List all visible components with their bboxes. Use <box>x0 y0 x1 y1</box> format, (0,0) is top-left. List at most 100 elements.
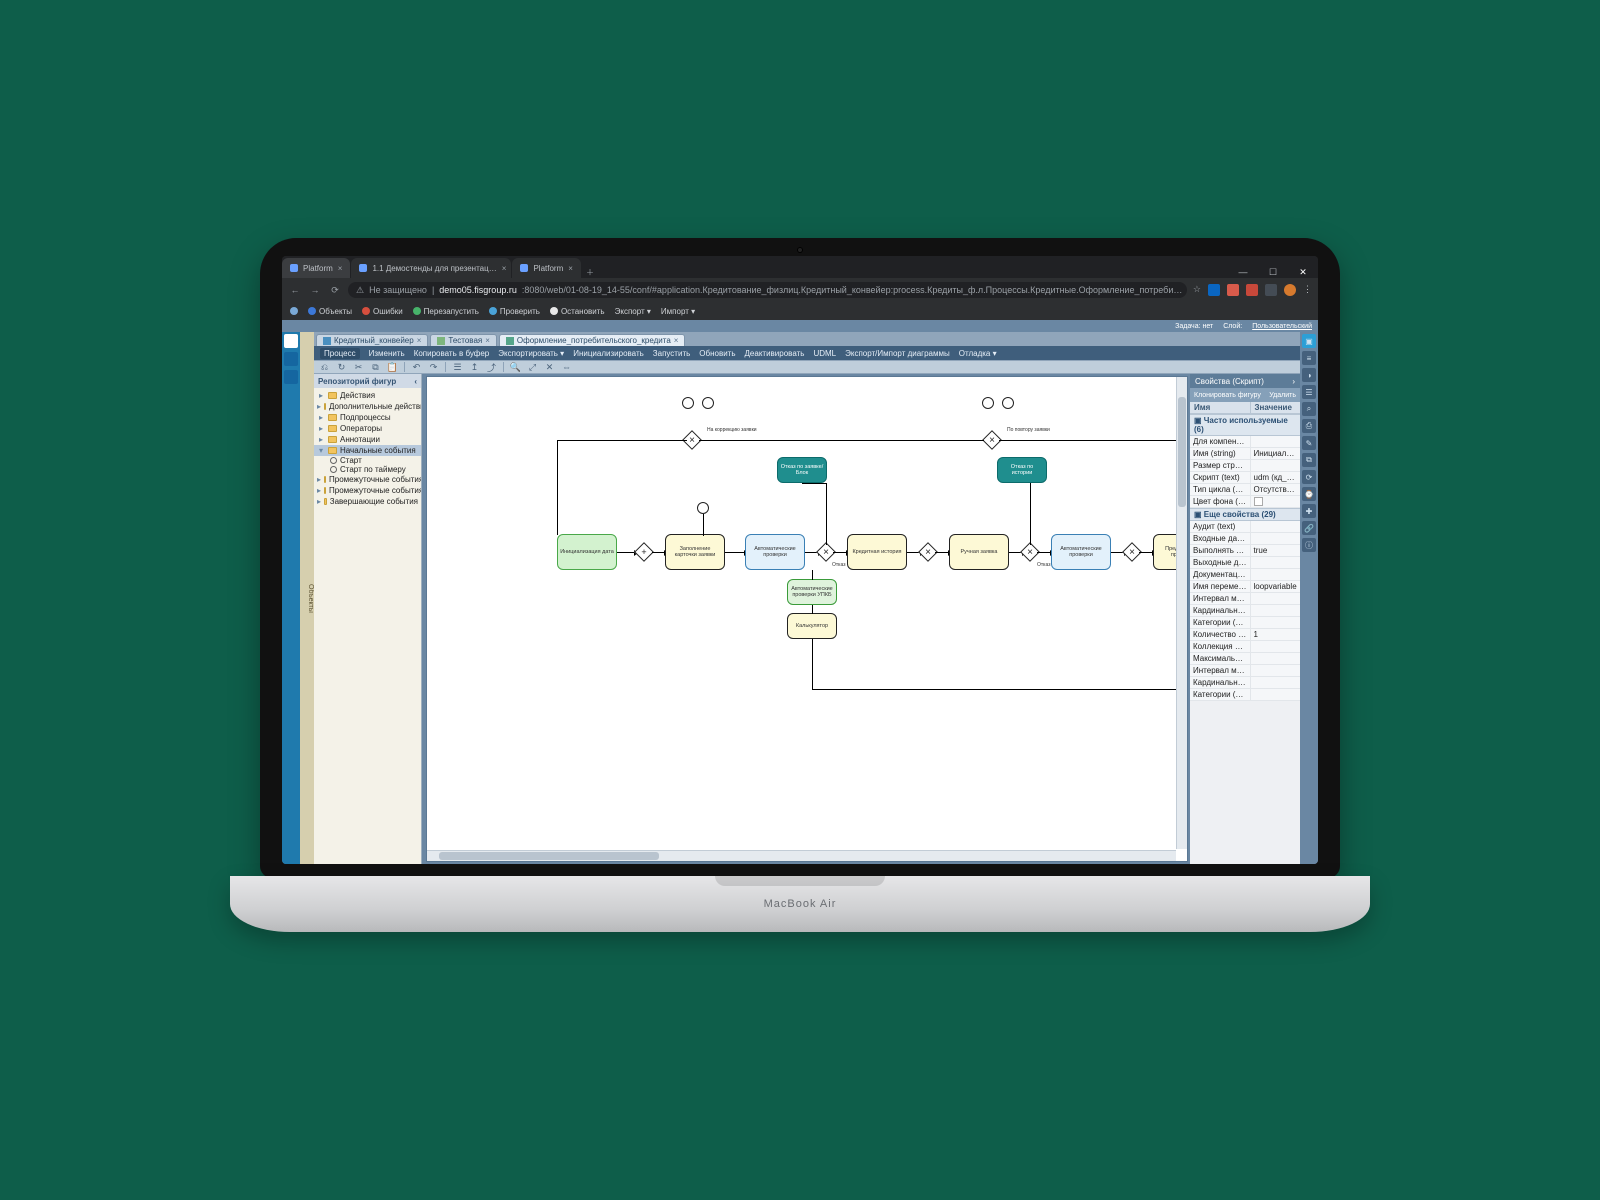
close-icon[interactable]: × <box>568 264 573 273</box>
property-row[interactable]: Документация… <box>1190 569 1300 581</box>
apps-button[interactable] <box>290 307 298 315</box>
bpmn-task[interactable]: Заполнение карточки заявки <box>665 534 725 570</box>
tool-zoom-icon[interactable]: 🔍 <box>510 362 521 373</box>
rail-button[interactable]: ⟳ <box>1302 470 1316 484</box>
rail-button[interactable]: ⎙ <box>1302 419 1316 433</box>
menu-item[interactable]: Процесс <box>320 348 360 359</box>
bpmn-task[interactable]: Автоматические проверки УПКБ <box>787 579 837 605</box>
menu-item[interactable]: Обновить <box>699 349 735 358</box>
bpmn-task[interactable]: Калькулятор <box>787 613 837 639</box>
bpmn-timer-event[interactable] <box>697 502 709 514</box>
property-row[interactable]: Интервал ме… <box>1190 665 1300 677</box>
bookmark-item[interactable]: Проверить <box>489 307 540 316</box>
browser-tab[interactable]: 1.1 Демостенды для презентац… × <box>351 258 511 278</box>
bookmark-star-icon[interactable]: ☆ <box>1193 284 1201 296</box>
property-row[interactable]: Входные данн… <box>1190 533 1300 545</box>
tree-folder[interactable]: ▸Подпроцессы <box>314 412 421 423</box>
status-layer-value[interactable]: Пользовательский <box>1252 323 1312 330</box>
tool-icon[interactable]: ↷ <box>428 362 439 373</box>
rail-button[interactable]: ⌚ <box>1302 487 1316 501</box>
profile-avatar[interactable] <box>1284 284 1296 296</box>
property-row[interactable]: Количество п…1 <box>1190 629 1300 641</box>
bpmn-event[interactable] <box>982 397 994 409</box>
rail-button[interactable]: 🔗 <box>1302 521 1316 535</box>
property-row[interactable]: Коллекция дл… <box>1190 641 1300 653</box>
property-row[interactable]: Категории (str… <box>1190 617 1300 629</box>
menu-item[interactable]: Экспорт/Импорт диаграммы <box>845 349 950 358</box>
bpmn-start-event[interactable] <box>702 397 714 409</box>
close-icon[interactable]: × <box>674 336 679 345</box>
menu-item[interactable]: Инициализировать <box>573 349 644 358</box>
rail-button[interactable]: ⧉ <box>1302 453 1316 467</box>
new-tab-button[interactable]: ＋ <box>582 267 598 278</box>
tool-paste-icon[interactable]: 📋 <box>387 362 398 373</box>
menu-item[interactable]: Запустить <box>653 349 691 358</box>
bpmn-task[interactable]: Кредитная история <box>847 534 907 570</box>
tool-undo-icon[interactable]: ⎌ <box>319 362 330 373</box>
bpmn-task[interactable]: Автоматические проверки <box>745 534 805 570</box>
collapse-icon[interactable]: › <box>1292 377 1295 386</box>
close-icon[interactable]: × <box>485 336 490 345</box>
rail-tab[interactable] <box>284 370 298 384</box>
minimize-button[interactable]: — <box>1228 267 1258 278</box>
close-icon[interactable]: × <box>502 264 507 273</box>
property-row[interactable]: Скрипт (text)udm (кд_проц… <box>1190 472 1300 484</box>
bpmn-gateway[interactable] <box>634 542 654 562</box>
menu-item[interactable]: Отладка ▾ <box>959 349 997 358</box>
address-bar[interactable]: ⚠ Не защищено | demo05.fisgroup.ru:8080/… <box>348 282 1187 298</box>
document-tab[interactable]: Оформление_потребительского_кредита × <box>499 334 686 346</box>
vertical-tab-label[interactable]: Объекты <box>300 332 314 864</box>
extension-icon[interactable] <box>1227 284 1239 296</box>
rail-button[interactable]: ◑ <box>1302 368 1316 382</box>
property-row[interactable]: Для компенса… <box>1190 436 1300 448</box>
tool-redo-icon[interactable]: ↻ <box>336 362 347 373</box>
menu-item[interactable]: UDML <box>813 349 836 358</box>
bookmark-item[interactable]: Перезапустить <box>413 307 479 316</box>
tool-icon[interactable]: ⤴ <box>486 362 497 373</box>
bpmn-canvas[interactable]: На коррекцию заявки По повтору заявки От… <box>426 376 1188 862</box>
bookmark-item[interactable]: Ошибки <box>362 307 403 316</box>
menu-item[interactable]: Копировать в буфер <box>414 349 490 358</box>
property-row[interactable]: Имя перемен…loopvariable <box>1190 581 1300 593</box>
tree-folder[interactable]: ▸Действия <box>314 390 421 401</box>
rail-button[interactable]: ☰ <box>1302 385 1316 399</box>
document-tab[interactable]: Кредитный_конвейер × <box>316 334 428 346</box>
property-row[interactable]: Категории (str… <box>1190 689 1300 701</box>
tool-cut-icon[interactable]: ✂ <box>353 362 364 373</box>
collapse-icon[interactable]: ‹ <box>414 377 417 386</box>
horizontal-scrollbar[interactable] <box>427 850 1176 861</box>
close-window-button[interactable]: ✕ <box>1288 267 1318 278</box>
vertical-scrollbar[interactable] <box>1176 377 1187 849</box>
close-icon[interactable]: × <box>338 264 343 273</box>
tool-copy-icon[interactable]: ⧉ <box>370 362 381 373</box>
bpmn-task[interactable]: Отказ по истории <box>997 457 1047 483</box>
property-row[interactable]: Выходные да… <box>1190 557 1300 569</box>
tool-icon[interactable]: ↥ <box>469 362 480 373</box>
bpmn-start-event[interactable] <box>682 397 694 409</box>
delete-shape-button[interactable]: Удалить <box>1269 392 1296 399</box>
rail-button[interactable]: ⓘ <box>1302 538 1316 552</box>
tree-folder[interactable]: ▸Аннотации <box>314 434 421 445</box>
browser-menu-icon[interactable]: ⋮ <box>1303 284 1312 296</box>
rail-tab[interactable] <box>284 352 298 366</box>
bpmn-task[interactable]: Ручная заявка <box>949 534 1009 570</box>
clone-shape-button[interactable]: Клонировать фигуру <box>1194 392 1261 399</box>
property-group[interactable]: ▣ Часто используемые (6) <box>1190 414 1300 436</box>
property-row[interactable]: Аудит (text) <box>1190 521 1300 533</box>
property-row[interactable]: Максимально… <box>1190 653 1300 665</box>
browser-tab[interactable]: Platform × <box>282 258 350 278</box>
document-tab[interactable]: Тестовая × <box>430 334 497 346</box>
reload-button[interactable]: ⟳ <box>328 285 342 296</box>
tool-icon[interactable]: ✕ <box>544 362 555 373</box>
bookmark-item[interactable]: Импорт ▾ <box>661 307 695 316</box>
tool-icon[interactable]: ⇔ <box>561 362 572 373</box>
forward-button[interactable]: → <box>308 285 322 295</box>
tree-folder[interactable]: ▸Завершающие события <box>314 496 421 507</box>
property-row[interactable]: Кардинально… <box>1190 677 1300 689</box>
tool-icon[interactable]: ⤢ <box>527 362 538 373</box>
tree-folder[interactable]: ▸Операторы <box>314 423 421 434</box>
property-row[interactable]: Имя (string)Инициализац… <box>1190 448 1300 460</box>
menu-item[interactable]: Изменить <box>369 349 405 358</box>
rail-button[interactable]: ≡ <box>1302 351 1316 365</box>
tool-icon[interactable]: ☰ <box>452 362 463 373</box>
